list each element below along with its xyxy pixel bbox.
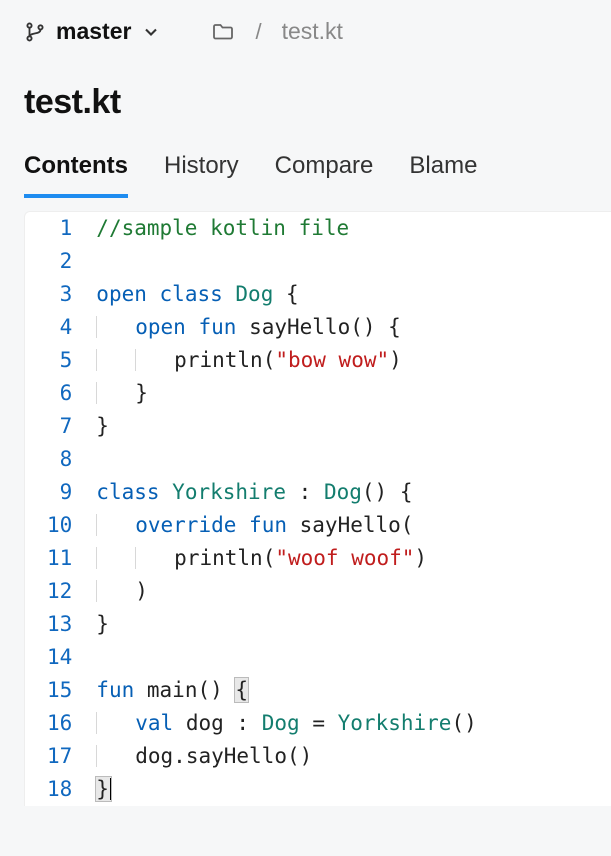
code-line[interactable]: ) [90,575,611,608]
line-number[interactable]: 3 [25,278,90,311]
line-number[interactable]: 7 [25,410,90,443]
page-title: test.kt [24,83,587,122]
tab-blame[interactable]: Blame [409,152,477,198]
code-line[interactable]: } [90,410,611,443]
line-number[interactable]: 1 [25,212,90,245]
line-number[interactable]: 17 [25,740,90,773]
tab-contents[interactable]: Contents [24,152,128,198]
code-line[interactable]: println("woof woof") [90,542,611,575]
line-number[interactable]: 2 [25,245,90,278]
line-number[interactable]: 10 [25,509,90,542]
breadcrumb-separator: / [245,19,271,45]
branch-selector[interactable]: master [24,18,161,45]
breadcrumb-bar: master / test.kt [0,0,611,57]
line-number[interactable]: 16 [25,707,90,740]
folder-icon[interactable] [211,20,235,44]
code-line[interactable] [90,641,611,674]
tab-history[interactable]: History [164,152,239,198]
file-tabs: Contents History Compare Blame [0,122,611,199]
code-line[interactable]: fun main() { [90,674,611,707]
line-number[interactable]: 8 [25,443,90,476]
code-line[interactable] [90,245,611,278]
line-number[interactable]: 5 [25,344,90,377]
breadcrumb-file[interactable]: test.kt [282,18,343,45]
line-number[interactable]: 14 [25,641,90,674]
line-number[interactable]: 13 [25,608,90,641]
line-number[interactable]: 15 [25,674,90,707]
line-number[interactable]: 4 [25,311,90,344]
git-branch-icon [24,21,46,43]
line-number[interactable]: 9 [25,476,90,509]
code-line[interactable]: println("bow wow") [90,344,611,377]
chevron-down-icon [141,22,161,42]
line-number[interactable]: 11 [25,542,90,575]
line-number[interactable]: 6 [25,377,90,410]
code-line[interactable]: open class Dog { [90,278,611,311]
code-line[interactable]: } [90,773,611,806]
code-line[interactable]: //sample kotlin file [90,212,611,245]
code-line[interactable]: class Yorkshire : Dog() { [90,476,611,509]
code-line[interactable]: } [90,377,611,410]
tab-compare[interactable]: Compare [275,152,374,198]
branch-name: master [56,18,131,45]
code-line[interactable] [90,443,611,476]
code-line[interactable]: open fun sayHello() { [90,311,611,344]
code-line[interactable]: } [90,608,611,641]
line-number[interactable]: 18 [25,773,90,806]
line-number[interactable]: 12 [25,575,90,608]
code-line[interactable]: dog.sayHello() [90,740,611,773]
code-viewer[interactable]: 1//sample kotlin file2 3open class Dog {… [24,211,611,806]
code-line[interactable]: override fun sayHello( [90,509,611,542]
code-line[interactable]: val dog : Dog = Yorkshire() [90,707,611,740]
